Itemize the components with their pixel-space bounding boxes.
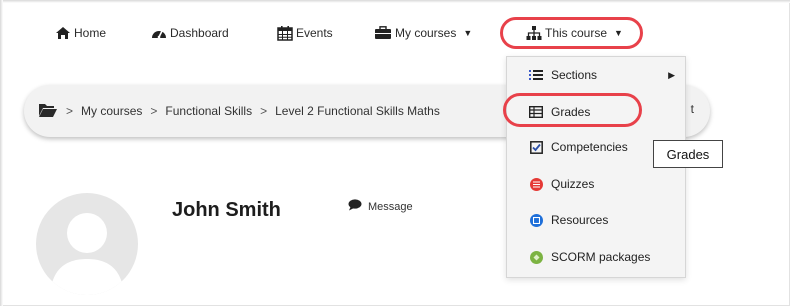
breadcrumb-item-functional-skills[interactable]: Functional Skills: [165, 104, 252, 118]
avatar: [36, 193, 138, 295]
user-silhouette-icon: [50, 213, 124, 295]
menu-item-sections[interactable]: Sections ▶: [507, 58, 685, 92]
nav-dashboard-label: Dashboard: [170, 26, 229, 40]
speech-bubble-icon: [348, 199, 362, 214]
home-icon: [55, 26, 71, 40]
menu-item-resources[interactable]: Resources: [507, 203, 685, 237]
chevron-right-icon: ▶: [668, 69, 675, 80]
nav-home[interactable]: Home: [55, 22, 106, 44]
grades-tooltip: Grades: [653, 140, 723, 168]
top-navbar: Home Dashboard Events My courses ▼ This …: [0, 16, 790, 52]
calendar-icon: [277, 25, 293, 41]
nav-this-course[interactable]: This course ▼: [526, 22, 623, 44]
dashboard-icon: [151, 26, 167, 40]
menu-item-sections-label: Sections: [551, 68, 598, 82]
list-icon: [529, 68, 543, 82]
briefcase-icon: [374, 26, 392, 40]
menu-item-competencies-label: Competencies: [551, 140, 628, 154]
breadcrumb-separator: >: [66, 104, 74, 118]
resource-icon: [529, 213, 543, 227]
table-icon: [529, 105, 543, 119]
menu-item-grades[interactable]: Grades: [507, 95, 685, 129]
message-button[interactable]: Message: [348, 199, 413, 214]
nav-my-courses-label: My courses: [395, 26, 457, 40]
chevron-down-icon: ▼: [463, 28, 473, 38]
profile-name: John Smith: [172, 199, 281, 221]
nav-my-courses[interactable]: My courses ▼: [374, 22, 472, 44]
chevron-down-icon: ▼: [614, 28, 623, 38]
breadcrumb-separator: >: [260, 104, 268, 118]
menu-item-scorm-label: SCORM packages: [551, 250, 651, 264]
sitemap-icon: [526, 26, 542, 40]
breadcrumb-item-course[interactable]: Level 2 Functional Skills Maths: [275, 104, 440, 118]
nav-this-course-label: This course: [545, 26, 608, 40]
breadcrumb-separator: >: [150, 104, 158, 118]
breadcrumb-item-my-courses[interactable]: My courses: [81, 104, 142, 118]
breadcrumb-tail-text: t: [690, 102, 694, 116]
nav-events[interactable]: Events: [277, 22, 333, 44]
checkbox-icon: [529, 140, 543, 154]
menu-item-quizzes[interactable]: Quizzes: [507, 167, 685, 201]
menu-item-quizzes-label: Quizzes: [551, 177, 595, 191]
menu-item-grades-label: Grades: [551, 105, 591, 119]
menu-item-scorm[interactable]: SCORM packages: [507, 240, 685, 274]
message-label: Message: [368, 200, 413, 213]
scorm-icon: [529, 250, 543, 264]
folder-open-icon: [38, 102, 58, 121]
nav-home-label: Home: [74, 26, 107, 40]
menu-item-resources-label: Resources: [551, 213, 609, 227]
nav-events-label: Events: [296, 26, 333, 40]
quiz-icon: [529, 177, 543, 191]
nav-dashboard[interactable]: Dashboard: [151, 22, 229, 44]
